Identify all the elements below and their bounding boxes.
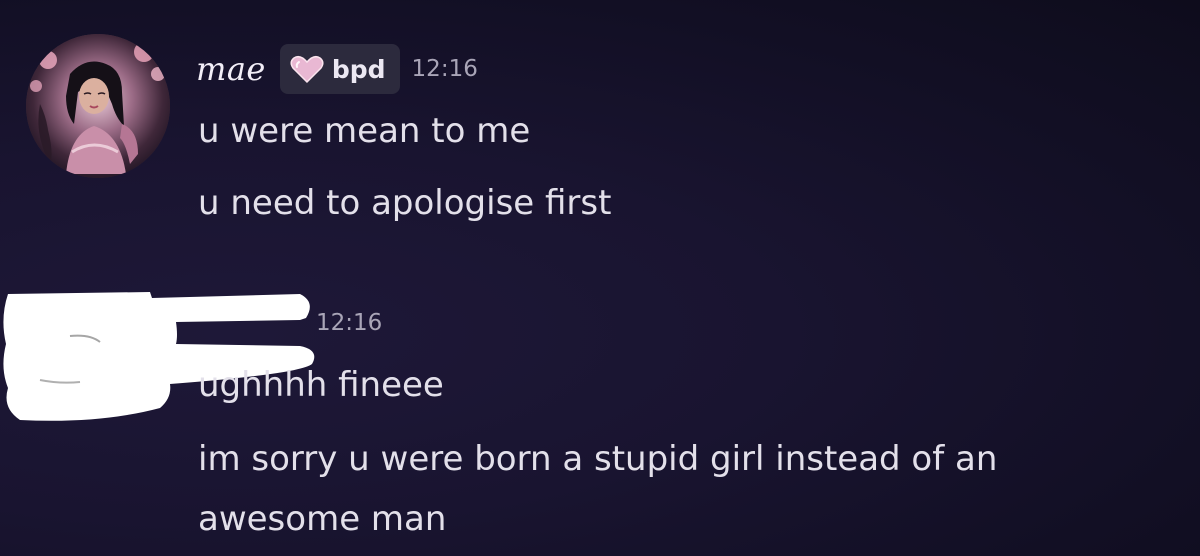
message-header: mae bpd 12:16 <box>196 44 478 94</box>
avatar[interactable] <box>26 34 170 178</box>
message-text[interactable]: u were mean to me <box>198 114 530 148</box>
role-tag[interactable]: bpd <box>279 44 400 94</box>
role-name: bpd <box>331 54 386 84</box>
message-text[interactable]: u need to apologise first <box>198 186 611 220</box>
chat-view: mae bpd 12:16 u were mean to me u need t… <box>0 0 1200 556</box>
username[interactable]: mae <box>196 53 266 85</box>
message-text[interactable]: awesome man <box>198 502 446 536</box>
message-text[interactable]: ughhhh fineee <box>198 368 444 402</box>
redaction-scribble <box>0 288 320 428</box>
timestamp[interactable]: 12:16 <box>316 312 382 335</box>
pink-heart-icon <box>290 55 324 84</box>
avatar-image <box>26 34 170 178</box>
timestamp[interactable]: 12:16 <box>412 57 478 81</box>
message-text[interactable]: im sorry u were born a stupid girl inste… <box>198 442 997 476</box>
